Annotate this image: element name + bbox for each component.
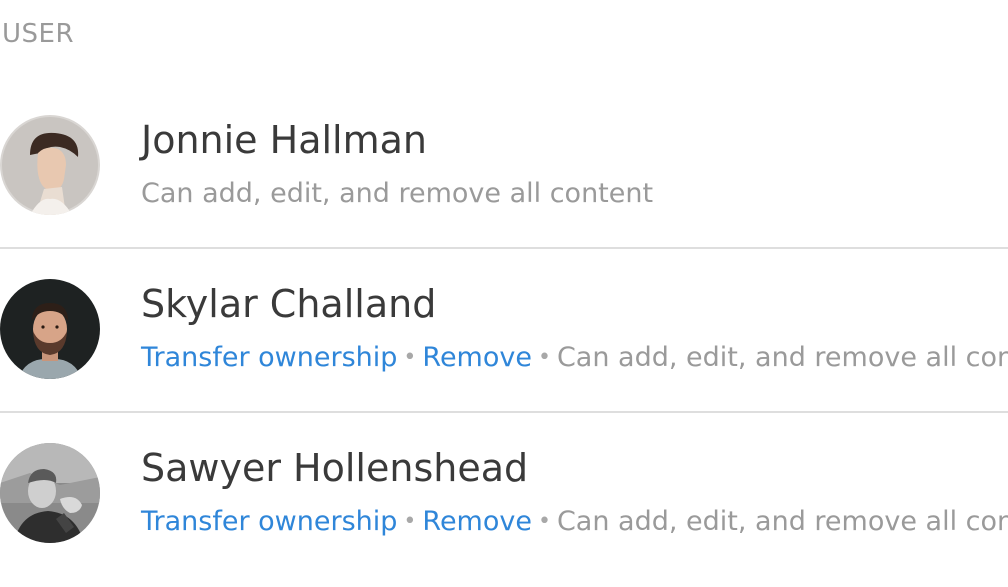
remove-link[interactable]: Remove: [422, 342, 532, 373]
user-row: Jonnie Hallman Can add, edit, and remove…: [0, 85, 1008, 249]
avatar: [0, 115, 100, 215]
separator-dot: •: [403, 345, 417, 370]
user-row: Skylar Challand Transfer ownership • Remov…: [0, 249, 1008, 413]
user-name: Jonnie Hallman: [141, 118, 428, 162]
column-header-user: USER: [2, 19, 75, 49]
user-row: Sawyer Hollenshead Transfer ownership • Re…: [0, 413, 1008, 577]
user-actions-line: Transfer ownership • Remove • Can add, edit,…: [141, 505, 1008, 541]
avatar: [0, 443, 100, 543]
separator-dot: •: [537, 509, 551, 534]
separator-dot: •: [537, 345, 551, 370]
transfer-ownership-link[interactable]: Transfer ownership: [141, 506, 397, 537]
user-name: Skylar Challand: [141, 282, 437, 326]
avatar: [0, 279, 100, 379]
permission-text: Can add, edit, and remove all content: [556, 506, 1008, 537]
user-permission-line: Can add, edit, and remove all content: [141, 177, 653, 211]
remove-link[interactable]: Remove: [422, 506, 532, 537]
permission-text: Can add, edit, and remove all content: [141, 178, 654, 209]
permission-text: Can add, edit, and remove all content: [556, 342, 1008, 373]
separator-dot: •: [403, 509, 417, 534]
user-permissions-list: USER Jonnie Hallman Can add, edit, and r…: [0, 0, 1008, 587]
user-actions-line: Transfer ownership • Remove • Can add, edit,…: [141, 341, 1008, 377]
user-name: Sawyer Hollenshead: [141, 446, 529, 490]
transfer-ownership-link[interactable]: Transfer ownership: [141, 342, 397, 373]
